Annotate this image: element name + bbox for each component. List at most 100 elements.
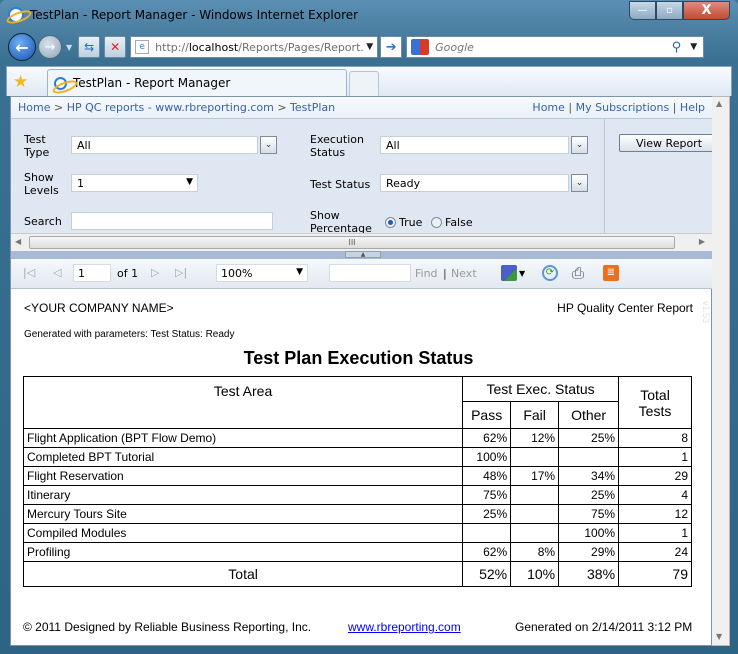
breadcrumb-separator: > [277, 101, 287, 114]
breadcrumb-report[interactable]: TestPlan [290, 101, 335, 114]
maximize-button[interactable]: ▫ [656, 1, 683, 20]
previous-page-icon[interactable]: ◁ [53, 266, 61, 279]
breadcrumb: Home > HP QC reports - www.rbreporting.c… [11, 97, 713, 119]
new-tab-button[interactable] [349, 71, 379, 96]
report-toolbar: |◁ ◁ 1 of 1 ▷ ▷| 100% ▼ Find | Next ▼ ⟳ … [11, 259, 713, 289]
top-links: Home | My Subscriptions | Help [532, 101, 705, 114]
close-button[interactable]: X [683, 1, 730, 20]
header-pass: Pass [462, 401, 512, 429]
search-box[interactable]: Google ⚲ ▼ [406, 36, 705, 58]
total-other: 38% [558, 561, 620, 587]
cell-other: 34% [558, 466, 620, 486]
cell-other: 25% [558, 485, 620, 505]
stop-button[interactable]: ✕ [104, 36, 127, 58]
show-levels-select[interactable]: 1 ▼ [71, 174, 198, 192]
cell-fail: 12% [510, 428, 560, 448]
refresh-button[interactable]: ⇆ [78, 36, 101, 58]
radio-unselected-icon [431, 217, 442, 228]
cell-pass: 48% [462, 466, 512, 486]
cell-pass: 25% [462, 504, 512, 524]
scroll-left-icon[interactable]: ◀ [15, 237, 21, 246]
cell-area: Flight Reservation [22, 466, 464, 486]
refresh-report-icon[interactable]: ⟳ [542, 265, 558, 281]
show-levels-label: Show Levels [24, 171, 59, 197]
address-bar[interactable]: e http://localhost/Reports/Pages/Report.… [130, 36, 379, 58]
link-help[interactable]: Help [680, 101, 705, 114]
link-my-subscriptions[interactable]: My Subscriptions [576, 101, 670, 114]
tab-label: TestPlan - Report Manager [73, 76, 231, 90]
header-other: Other [558, 401, 620, 429]
show-percentage-true-radio[interactable]: True [385, 216, 422, 229]
show-percentage-label: Show Percentage [310, 209, 372, 235]
export-dropdown-icon[interactable]: ▼ [519, 269, 525, 278]
total-pass: 52% [462, 561, 512, 587]
address-prefix: http:// [155, 40, 189, 54]
cell-total: 29 [618, 466, 692, 486]
execution-status-select[interactable]: All ⌄ [380, 136, 588, 154]
search-input[interactable] [71, 212, 273, 230]
close-icon: X [701, 3, 712, 18]
breadcrumb-home[interactable]: Home [18, 101, 50, 114]
title-bar: TestPlan - Report Manager - Windows Inte… [8, 4, 358, 26]
forward-button[interactable]: → [38, 35, 62, 59]
scroll-right-icon[interactable]: ▶ [699, 237, 705, 246]
zoom-select[interactable]: 100% ▼ [216, 264, 308, 282]
print-icon[interactable]: ⎙ [572, 265, 588, 281]
find-text-input[interactable] [329, 264, 411, 282]
find-link[interactable]: Find [415, 267, 438, 280]
show-percentage-false-radio[interactable]: False [431, 216, 473, 229]
search-dropdown-icon[interactable]: ▼ [690, 42, 697, 52]
header-test-area: Test Area [22, 376, 464, 429]
search-placeholder: Google [435, 40, 474, 54]
scroll-down-icon[interactable]: ▼ [716, 632, 722, 641]
tab-ie-icon [54, 76, 67, 90]
search-icon[interactable]: ⚲ [672, 40, 682, 55]
go-button[interactable]: ➔ [380, 36, 403, 58]
cell-area: Flight Application (BPT Flow Demo) [22, 428, 464, 448]
radio-true-label: True [399, 216, 423, 229]
table-row: Completed BPT Tutorial 100% 1 [22, 447, 692, 467]
address-dropdown-icon[interactable]: ▼ [366, 42, 373, 52]
next-link[interactable]: Next [451, 267, 477, 280]
history-dropdown-icon[interactable]: ▼ [66, 43, 72, 52]
first-page-icon[interactable]: |◁ [23, 266, 35, 279]
back-button[interactable]: ← [8, 33, 36, 61]
tab-testplan[interactable]: TestPlan - Report Manager [47, 69, 347, 96]
cell-fail: 8% [510, 542, 560, 562]
table-row: Profiling 62% 8% 29% 24 [22, 542, 692, 562]
chevron-down-icon[interactable]: ⌄ [571, 174, 588, 192]
view-report-button[interactable]: View Report [619, 134, 719, 152]
horizontal-scrollbar[interactable]: ◀ III ▶ [11, 233, 713, 251]
test-status-value: Ready [386, 177, 421, 190]
divider [604, 119, 605, 233]
stop-icon: ✕ [110, 40, 121, 54]
footer-link[interactable]: www.rbreporting.com [348, 620, 461, 634]
test-status-select[interactable]: Ready ⌄ [380, 174, 588, 192]
cell-area: Completed BPT Tutorial [22, 447, 464, 467]
vertical-scrollbar[interactable]: ▲ ▼ [712, 96, 730, 646]
scroll-up-icon[interactable]: ▲ [716, 99, 722, 108]
breadcrumb-folder[interactable]: HP QC reports - www.rbreporting.com [67, 101, 274, 114]
search-label: Search [24, 215, 62, 228]
test-type-select[interactable]: All ⌄ [71, 136, 277, 154]
execution-status-table: Test Area Test Exec. Status Total Tests P… [22, 376, 692, 587]
link-home[interactable]: Home [532, 101, 564, 114]
last-page-icon[interactable]: ▷| [175, 266, 187, 279]
test-type-label: Test Type [24, 133, 50, 159]
page-number-input[interactable]: 1 [73, 264, 111, 282]
export-icon[interactable] [501, 265, 517, 281]
collapse-parameters-button[interactable]: ▲ [345, 251, 381, 258]
data-feed-icon[interactable]: ≣ [603, 265, 619, 281]
cell-other: 29% [558, 542, 620, 562]
chevron-down-icon[interactable]: ⌄ [571, 136, 588, 154]
google-logo-icon [411, 39, 430, 55]
favorites-star-icon[interactable]: ★ [13, 72, 28, 92]
cell-fail [510, 485, 560, 505]
cell-total: 1 [618, 447, 692, 467]
browser-window: TestPlan - Report Manager - Windows Inte… [0, 0, 738, 654]
minimize-button[interactable]: — [629, 1, 656, 20]
chevron-down-icon[interactable]: ⌄ [260, 136, 277, 154]
next-page-icon[interactable]: ▷ [151, 266, 159, 279]
scroll-thumb[interactable]: III [29, 236, 675, 249]
cell-fail [510, 504, 560, 524]
